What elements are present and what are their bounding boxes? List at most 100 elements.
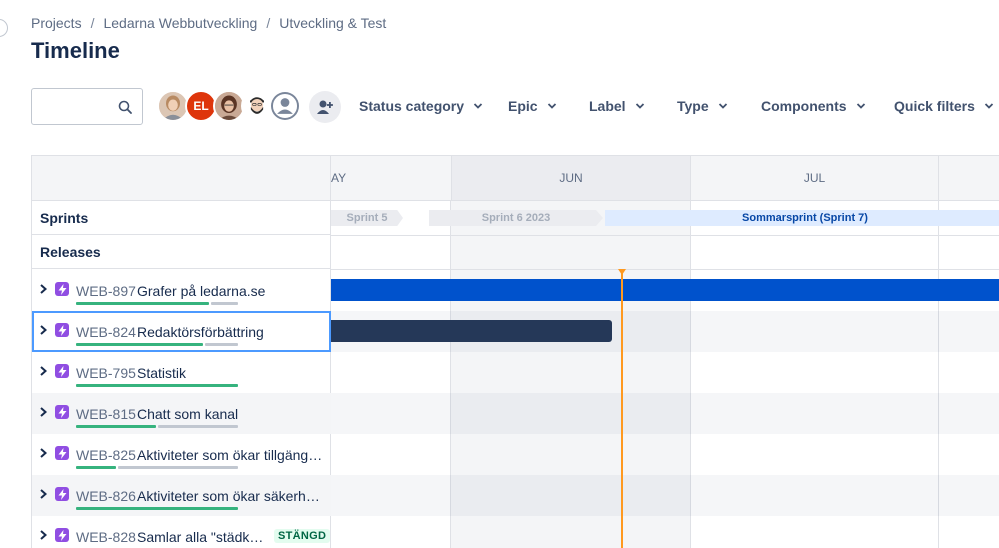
progress-done [76, 384, 238, 387]
breadcrumb-project[interactable]: Ledarna Webbutveckling [103, 15, 257, 31]
issue-row[interactable]: WEB-825 Aktiviteter som ökar tillgängli.… [32, 434, 331, 475]
progress-remaining [205, 343, 238, 346]
status-badge: STÄNGD [274, 529, 331, 543]
month-label: JUN [559, 171, 583, 185]
breadcrumb-projects[interactable]: Projects [31, 15, 82, 31]
epic-bar[interactable] [331, 279, 999, 301]
filter-components[interactable]: Components [761, 98, 866, 114]
epic-bar[interactable] [331, 320, 612, 342]
chevron-right-icon[interactable] [39, 448, 48, 458]
issue-progress [76, 384, 238, 387]
timeline-grid: AY JUN JUL Sprint 5 Sprint 6 2023 Sommar… [331, 156, 999, 548]
sprint-chip[interactable]: Sprint 5 [331, 210, 403, 226]
chevron-down-icon [856, 103, 865, 109]
user-photo-icon [215, 92, 243, 120]
timeline-view: AY JUN JUL Sprint 5 Sprint 6 2023 Sommar… [31, 155, 999, 548]
progress-done [76, 507, 238, 510]
filter-epic[interactable]: Epic [508, 98, 557, 114]
row-divider [331, 269, 999, 270]
filter-label: Quick filters [894, 98, 975, 114]
issue-progress [76, 507, 238, 510]
chevron-down-icon [718, 103, 727, 109]
issue-key[interactable]: WEB-795 [76, 365, 136, 381]
breadcrumb-board[interactable]: Utveckling & Test [279, 15, 386, 31]
issue-summary[interactable]: Aktiviteter som ökar tillgängli... [137, 447, 325, 463]
today-line [621, 269, 623, 548]
issue-row[interactable]: WEB-795 Statistik [32, 352, 331, 393]
row-band [331, 393, 999, 434]
filter-status-category[interactable]: Status category [359, 98, 483, 114]
chevron-right-icon[interactable] [39, 284, 48, 294]
issue-row[interactable]: WEB-897 Grafer på ledarna.se [32, 270, 331, 311]
issue-progress [76, 466, 238, 469]
user-photo-bearded-icon [243, 92, 271, 120]
breadcrumb-separator: / [90, 15, 95, 31]
issue-summary[interactable]: Chatt som kanal [137, 406, 238, 422]
issue-key[interactable]: WEB-824 [76, 324, 136, 340]
progress-remaining [158, 425, 238, 428]
filter-label: Type [677, 98, 709, 114]
breadcrumb: Projects / Ledarna Webbutveckling / Utve… [31, 15, 386, 31]
issue-summary[interactable]: Grafer på ledarna.se [137, 283, 265, 299]
issue-summary[interactable]: Redaktörsförbättring [137, 324, 264, 340]
issue-key[interactable]: WEB-815 [76, 406, 136, 422]
chevron-down-icon [635, 103, 644, 109]
progress-done [76, 425, 156, 428]
issue-key[interactable]: WEB-828 [76, 529, 136, 545]
chevron-right-icon[interactable] [39, 366, 48, 376]
filter-quick-filters[interactable]: Quick filters [894, 98, 994, 114]
issue-row[interactable]: WEB-815 Chatt som kanal [32, 393, 331, 434]
chevron-right-icon[interactable] [39, 325, 48, 335]
chevron-right-icon[interactable] [39, 407, 48, 417]
chevron-right-icon[interactable] [39, 489, 48, 499]
sidebar-collapse-handle[interactable] [0, 19, 8, 37]
progress-done [76, 343, 203, 346]
issue-key[interactable]: WEB-826 [76, 488, 136, 504]
issue-summary[interactable]: Samlar alla "städkort... [137, 529, 269, 545]
month-label: JUL [803, 171, 826, 185]
filter-label-dropdown[interactable]: Label [589, 98, 645, 114]
filter-type[interactable]: Type [677, 98, 728, 114]
row-divider [331, 235, 999, 236]
month-label: AY [331, 171, 347, 185]
avatar[interactable] [269, 90, 301, 122]
user-placeholder-icon [271, 92, 299, 120]
progress-done [76, 302, 209, 305]
sprint-label: Sprint 5 [346, 212, 388, 224]
issue-key[interactable]: WEB-825 [76, 447, 136, 463]
issue-progress [76, 302, 238, 305]
add-user-icon [317, 100, 333, 114]
sprint-chip[interactable]: Sprint 6 2023 [429, 210, 603, 226]
sprint-chip-active[interactable]: Sommarsprint (Sprint 7) [605, 210, 999, 226]
epic-icon [55, 405, 69, 419]
progress-done [76, 466, 116, 469]
issue-summary[interactable]: Aktiviteter som ökar säkerhete... [137, 488, 325, 504]
progress-remaining [211, 302, 238, 305]
chevron-down-icon [473, 103, 483, 109]
issue-list-panel: Sprints Releases WEB-897 Grafer på ledar… [32, 156, 331, 548]
epic-icon [55, 528, 69, 542]
sprint-label: Sommarsprint (Sprint 7) [742, 212, 868, 224]
month-header [939, 156, 999, 201]
issue-row-selected[interactable]: WEB-824 Redaktörsförbättring [32, 311, 331, 352]
page-title: Timeline [31, 38, 120, 63]
sprint-label: Sprint 6 2023 [481, 212, 551, 224]
user-photo-icon [159, 92, 187, 120]
search-icon [118, 100, 132, 114]
search-input[interactable] [38, 97, 118, 117]
chevron-right-icon[interactable] [39, 530, 48, 540]
issue-key[interactable]: WEB-897 [76, 283, 136, 299]
add-people-button[interactable] [309, 91, 341, 123]
issue-summary[interactable]: Statistik [137, 365, 186, 381]
epic-icon [55, 364, 69, 378]
issue-list-header [32, 156, 330, 201]
issue-row[interactable]: WEB-828 Samlar alla "städkort... STÄNGD [32, 516, 331, 548]
releases-row-label[interactable]: Releases [32, 235, 330, 269]
issue-progress [76, 343, 238, 346]
chevron-down-icon [547, 103, 556, 109]
avatar-initials: EL [193, 99, 209, 113]
breadcrumb-separator: / [266, 15, 271, 31]
issue-row[interactable]: WEB-826 Aktiviteter som ökar säkerhete..… [32, 475, 331, 516]
epic-icon [55, 487, 69, 501]
search-field[interactable] [31, 88, 143, 125]
